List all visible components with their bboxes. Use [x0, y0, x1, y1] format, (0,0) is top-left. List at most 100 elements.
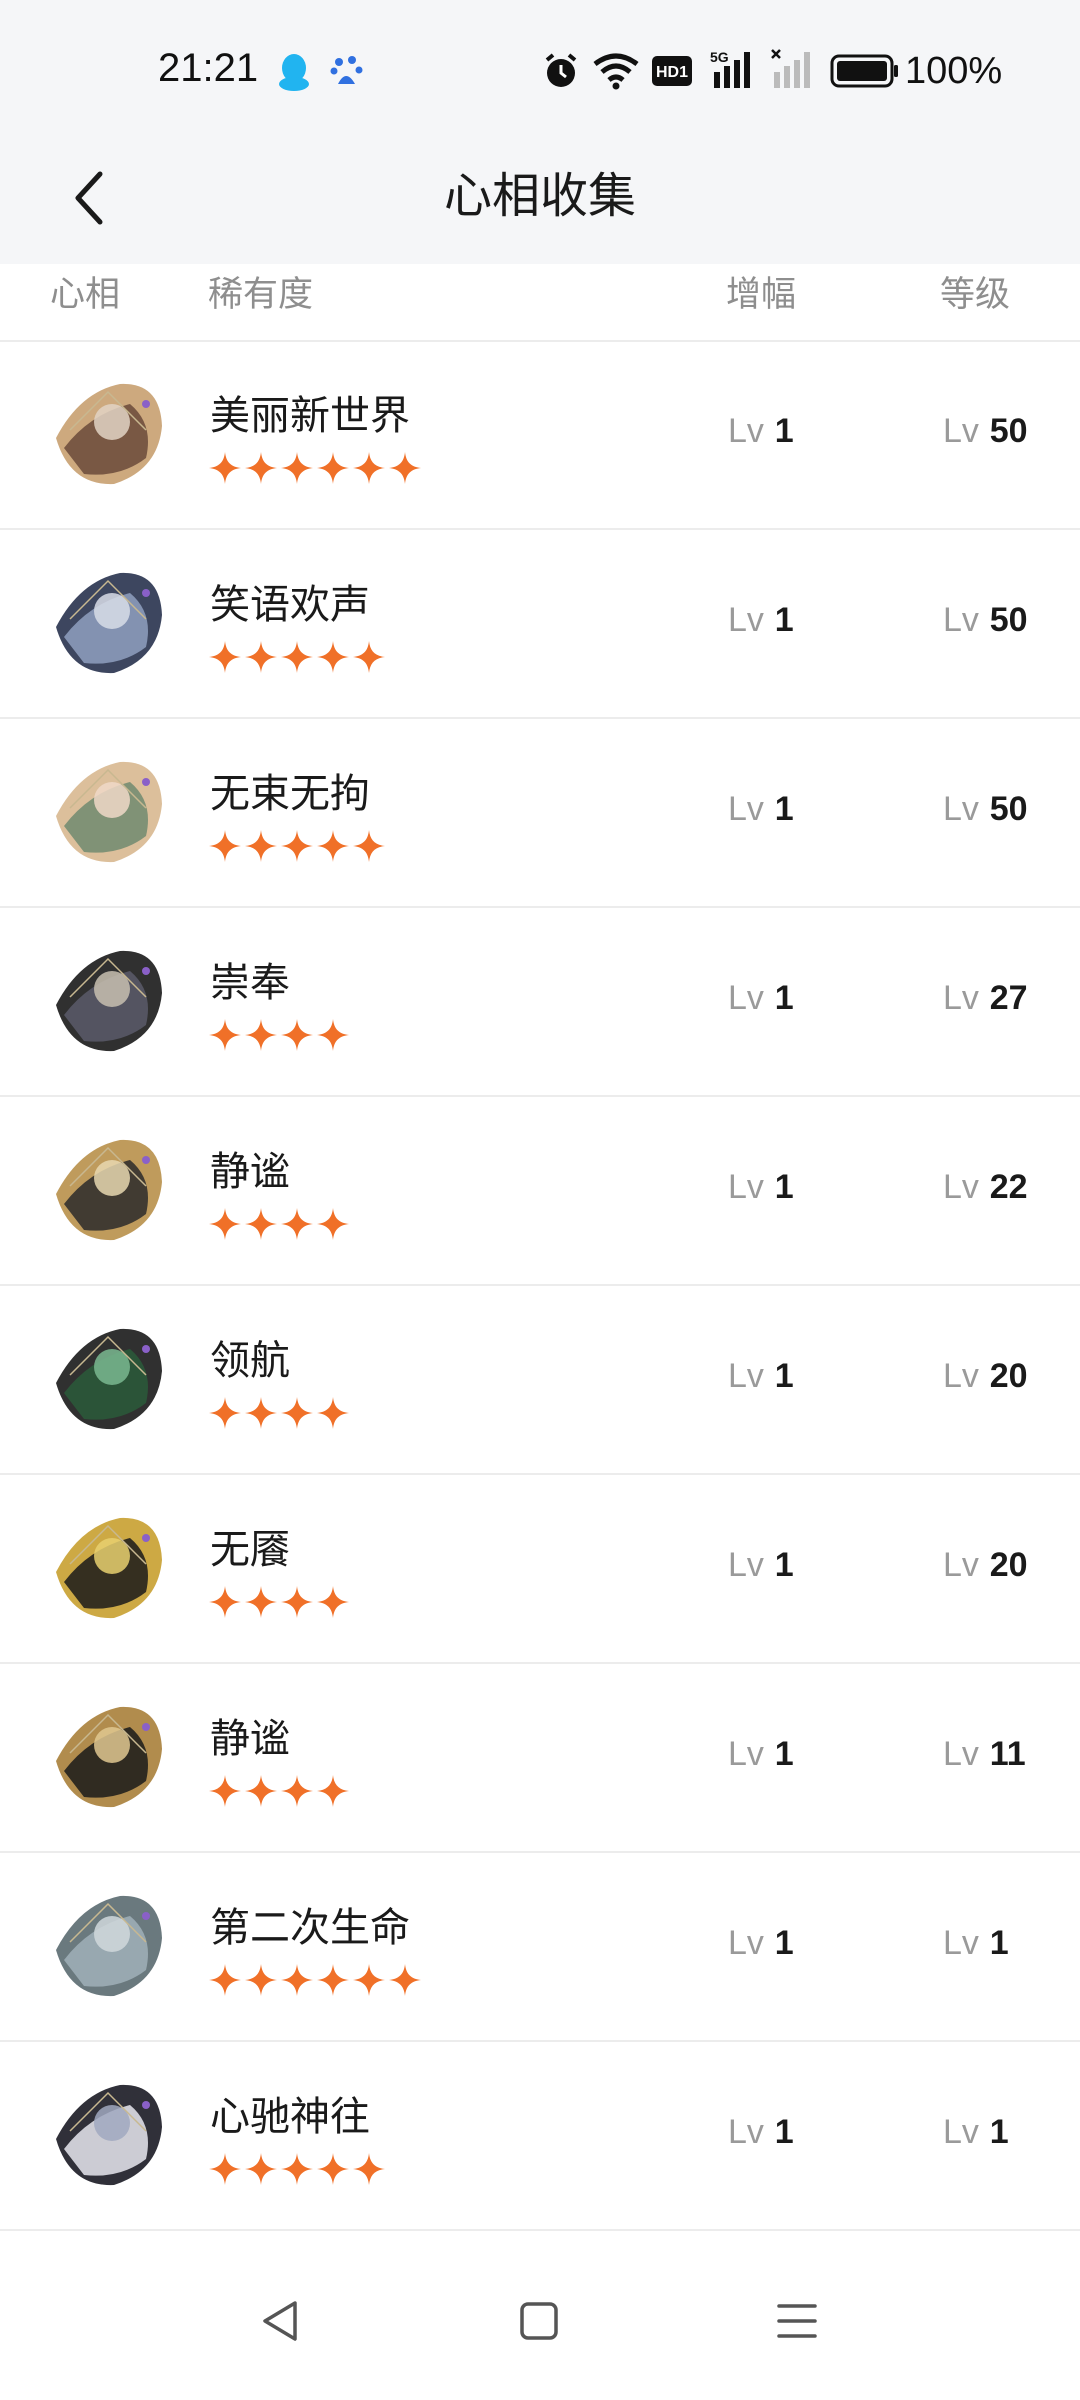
card-name: 第二次生命: [210, 1905, 410, 1951]
rarity-star-icon: [245, 1586, 277, 1618]
card-list: 美丽新世界 Lv 1 Lv 50 笑语欢声 Lv 1 Lv 50 无束无拘 Lv…: [0, 341, 1080, 2231]
card-level: Lv 1: [943, 2112, 1009, 2152]
card-level: Lv 50: [943, 411, 1028, 451]
rarity-stars: [208, 1396, 350, 1430]
boost-level: Lv 1: [728, 600, 794, 640]
rarity-star-icon: [245, 1397, 277, 1429]
home-square-icon: [520, 2302, 558, 2340]
level-value: 1: [989, 1924, 1009, 1962]
rarity-star-icon: [281, 1019, 313, 1051]
rarity-star-icon: [281, 1964, 313, 1996]
back-triangle-icon: [263, 2301, 297, 2341]
battery-icon: [830, 54, 898, 88]
card-name: 无餍: [210, 1527, 290, 1573]
lv-prefix: Lv: [943, 2113, 979, 2151]
boost-level: Lv 1: [728, 1545, 794, 1585]
list-item[interactable]: 无餍 Lv 1 Lv 20: [0, 1475, 1080, 1664]
wifi-icon: [593, 53, 639, 90]
rarity-star-icon: [281, 1397, 313, 1429]
lv-prefix: Lv: [943, 1924, 979, 1962]
boost-value: 1: [774, 1546, 794, 1584]
lv-prefix: Lv: [943, 1735, 979, 1773]
lv-prefix: Lv: [728, 1357, 764, 1395]
baidu-icon: [330, 56, 363, 84]
battery-percent: 100%: [905, 50, 1003, 92]
rarity-star-icon: [317, 1208, 349, 1240]
list-item[interactable]: 第二次生命 Lv 1 Lv 1: [0, 1853, 1080, 2042]
level-value: 11: [989, 1735, 1026, 1773]
card-level: Lv 27: [943, 978, 1028, 1018]
svg-text:5G: 5G: [710, 49, 729, 65]
list-item[interactable]: 美丽新世界 Lv 1 Lv 50: [0, 341, 1080, 530]
rarity-stars: [208, 1774, 350, 1808]
list-item[interactable]: 领航 Lv 1 Lv 20: [0, 1286, 1080, 1475]
rarity-star-icon: [317, 2153, 349, 2185]
card-level: Lv 20: [943, 1545, 1028, 1585]
rarity-star-icon: [281, 1586, 313, 1618]
boost-level: Lv 1: [728, 978, 794, 1018]
rarity-star-icon: [209, 830, 241, 862]
level-value: 22: [989, 1168, 1028, 1206]
level-value: 1: [989, 2113, 1009, 2151]
rarity-star-icon: [389, 452, 421, 484]
list-item[interactable]: 崇奉 Lv 1 Lv 27: [0, 908, 1080, 1097]
rarity-star-icon: [317, 1397, 349, 1429]
rarity-star-icon: [245, 2153, 277, 2185]
card-name: 静谧: [210, 1149, 290, 1195]
column-header-rarity: 稀有度: [208, 275, 314, 315]
rarity-star-icon: [209, 452, 241, 484]
card-thumbnail: [56, 1328, 162, 1430]
rarity-stars: [208, 1963, 422, 1997]
boost-level: Lv 1: [728, 789, 794, 829]
rarity-star-icon: [353, 1964, 385, 1996]
app-header: 心相收集: [0, 140, 1080, 264]
boost-value: 1: [774, 979, 794, 1017]
level-value: 27: [989, 979, 1028, 1017]
lv-prefix: Lv: [943, 1546, 979, 1584]
svg-text:HD1: HD1: [656, 64, 688, 81]
rarity-star-icon: [281, 830, 313, 862]
list-item[interactable]: 无束无拘 Lv 1 Lv 50: [0, 719, 1080, 908]
lv-prefix: Lv: [943, 1357, 979, 1395]
rarity-star-icon: [245, 452, 277, 484]
boost-value: 1: [774, 1924, 794, 1962]
boost-level: Lv 1: [728, 1734, 794, 1774]
list-item[interactable]: 静谧 Lv 1 Lv 22: [0, 1097, 1080, 1286]
boost-value: 1: [774, 601, 794, 639]
rarity-star-icon: [353, 452, 385, 484]
nav-home-button[interactable]: [504, 2286, 574, 2356]
card-name: 崇奉: [210, 960, 290, 1006]
list-item[interactable]: 静谧 Lv 1 Lv 11: [0, 1664, 1080, 1853]
rarity-star-icon: [245, 1208, 277, 1240]
rarity-star-icon: [245, 1019, 277, 1051]
status-bar: 21:21 HD1 5G 100%: [0, 0, 1080, 140]
nav-menu-button[interactable]: [762, 2286, 832, 2356]
rarity-star-icon: [245, 641, 277, 673]
list-item[interactable]: 笑语欢声 Lv 1 Lv 50: [0, 530, 1080, 719]
rarity-stars: [208, 829, 386, 863]
rarity-star-icon: [281, 1775, 313, 1807]
alarm-icon: [545, 53, 577, 87]
hd-icon: HD1: [652, 56, 692, 86]
rarity-star-icon: [209, 1208, 241, 1240]
rarity-star-icon: [209, 641, 241, 673]
card-name: 笑语欢声: [210, 582, 370, 628]
boost-level: Lv 1: [728, 2112, 794, 2152]
column-header-card: 心相: [50, 275, 121, 315]
column-headers: 心相 稀有度 增幅 等级: [0, 264, 1080, 342]
boost-level: Lv 1: [728, 1167, 794, 1207]
rarity-star-icon: [281, 641, 313, 673]
rarity-stars: [208, 1585, 350, 1619]
level-value: 50: [989, 412, 1028, 450]
lv-prefix: Lv: [728, 1735, 764, 1773]
rarity-star-icon: [209, 1964, 241, 1996]
level-value: 20: [989, 1546, 1028, 1584]
menu-lines-icon: [777, 2304, 817, 2338]
boost-value: 1: [774, 2113, 794, 2151]
qq-icon: [279, 54, 309, 91]
boost-value: 1: [774, 412, 794, 450]
level-value: 20: [989, 1357, 1028, 1395]
list-item[interactable]: 心驰神往 Lv 1 Lv 1: [0, 2042, 1080, 2231]
nav-back-button[interactable]: [246, 2286, 316, 2356]
card-name: 静谧: [210, 1716, 290, 1762]
